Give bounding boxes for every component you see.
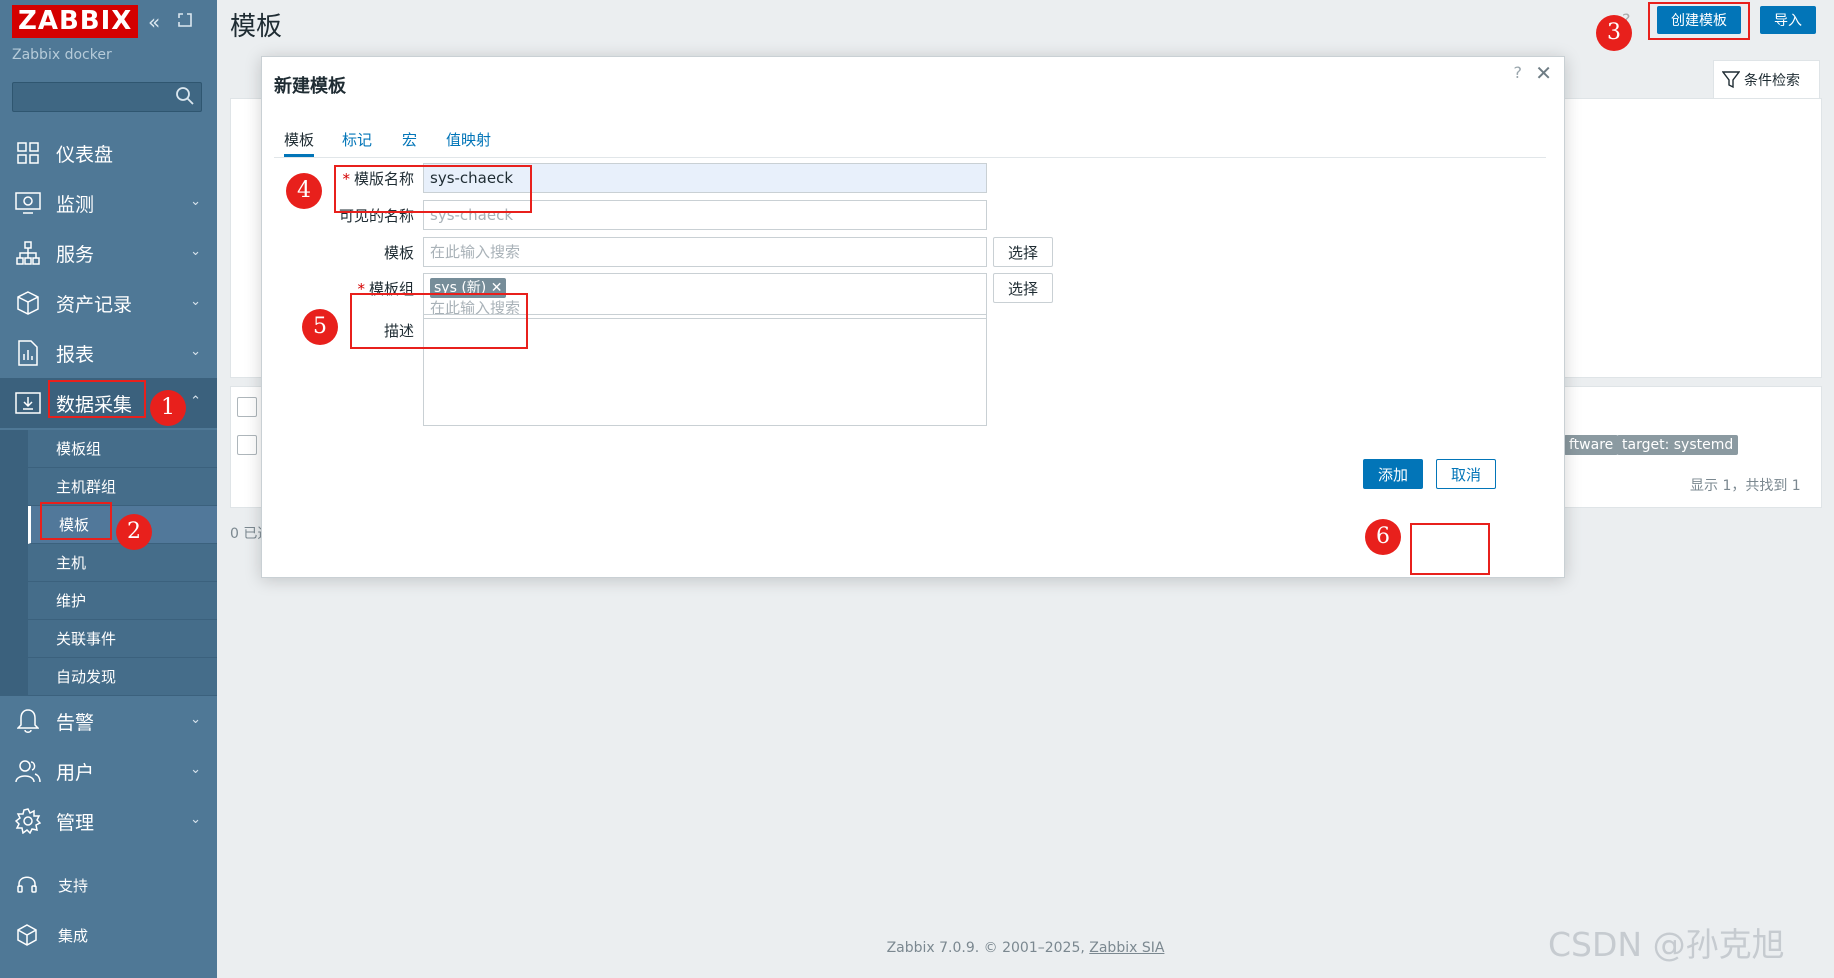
annotation-box (48, 380, 146, 418)
menu-monitoring[interactable]: 监测 ⌄ (0, 178, 217, 228)
services-icon (14, 239, 42, 267)
select-templates-button[interactable]: 选择 (993, 237, 1053, 267)
submenu-maintenance[interactable]: 维护 (28, 582, 217, 620)
monitoring-icon (14, 189, 42, 217)
annotation-number: 1 (150, 390, 186, 426)
close-icon[interactable]: ✕ (1535, 61, 1552, 85)
alerts-icon (14, 707, 42, 735)
filter-icon (1722, 70, 1740, 88)
menu-support[interactable]: 支持 (0, 862, 217, 908)
tab-tags[interactable]: 标记 (342, 127, 372, 157)
data-collection-icon (14, 389, 42, 417)
menu-label: 仪表盘 (56, 143, 114, 166)
tag-badge[interactable]: target: systemd (1617, 435, 1739, 455)
submenu-discovery[interactable]: 自动发现 (28, 658, 217, 696)
kiosk-mode-icon[interactable] (176, 10, 194, 34)
row-checkbox[interactable] (237, 435, 257, 455)
menu-label: 告警 (56, 711, 95, 734)
data-collection-submenu: 模板组 主机群组 模板 主机 维护 关联事件 自动发现 (0, 430, 217, 696)
annotation-box (334, 165, 532, 213)
server-name: Zabbix docker (12, 47, 112, 63)
search-icon[interactable] (175, 86, 195, 110)
menu-reports[interactable]: 报表 ⌄ (0, 328, 217, 378)
annotation-box (40, 502, 112, 540)
zabbix-logo[interactable]: ZABBIX (12, 5, 139, 38)
chevron-down-icon: ⌄ (190, 762, 201, 777)
annotation-number: 2 (116, 514, 152, 550)
chevron-down-icon: ⌄ (190, 244, 201, 259)
annotation-number: 3 (1596, 15, 1632, 51)
reports-icon (14, 339, 42, 367)
tab-template[interactable]: 模板 (284, 127, 315, 157)
submenu-hosts[interactable]: 主机 (28, 544, 217, 582)
footer-link[interactable]: Zabbix SIA (1089, 940, 1164, 956)
menu-label: 支持 (58, 876, 89, 895)
menu-label: 监测 (56, 193, 95, 216)
sidebar: ZABBIX « Zabbix docker 仪表盘 监测 ⌄ 服务 ⌄ 资产记… (0, 0, 217, 978)
submenu-template-groups[interactable]: 模板组 (28, 430, 217, 468)
chevron-up-icon: ⌃ (190, 394, 201, 409)
add-button[interactable]: 添加 (1363, 459, 1423, 489)
select-all-checkbox[interactable] (237, 397, 257, 417)
displayed-count: 显示 1，共找到 1 (1690, 478, 1801, 494)
menu-alerts[interactable]: 告警 ⌄ (0, 696, 217, 746)
annotation-box (1410, 523, 1490, 575)
templates-label: 模板 (383, 244, 414, 262)
menu-dashboards[interactable]: 仪表盘 (0, 128, 217, 178)
filter-label: 条件检索 (1744, 72, 1800, 89)
menu-label: 资产记录 (56, 293, 133, 316)
submenu-event-correlation[interactable]: 关联事件 (28, 620, 217, 658)
footer-text: Zabbix 7.0.9. © 2001–2025, (886, 940, 1085, 956)
menu-label: 用户 (56, 761, 95, 784)
menu-label: 报表 (56, 343, 95, 366)
chevron-down-icon: ⌄ (190, 344, 201, 359)
users-icon (14, 757, 42, 785)
menu-users[interactable]: 用户 ⌄ (0, 746, 217, 796)
select-groups-button[interactable]: 选择 (993, 273, 1053, 303)
annotation-box (350, 293, 528, 349)
collapse-sidebar-icon[interactable]: « (148, 10, 160, 34)
gear-icon (14, 807, 42, 835)
page-title: 模板 (230, 12, 283, 42)
help-icon[interactable]: ? (1514, 63, 1523, 82)
menu-label: 服务 (56, 243, 95, 266)
filter-tab[interactable]: 条件检索 (1713, 60, 1820, 98)
chevron-down-icon: ⌄ (190, 712, 201, 727)
annotation-number: 4 (286, 173, 322, 209)
tab-macros[interactable]: 宏 (402, 127, 417, 157)
dialog-title: 新建模板 (274, 76, 346, 97)
watermark: CSDN @孙克旭 (1548, 925, 1785, 964)
inventory-icon (14, 289, 42, 317)
submenu-host-groups[interactable]: 主机群组 (28, 468, 217, 506)
chevron-down-icon: ⌄ (190, 194, 201, 209)
sidebar-search-input[interactable] (12, 82, 202, 112)
chevron-down-icon: ⌄ (190, 812, 201, 827)
chevron-down-icon: ⌄ (190, 294, 201, 309)
tag-badge[interactable]: ftware (1564, 435, 1619, 455)
menu-inventory[interactable]: 资产记录 ⌄ (0, 278, 217, 328)
headset-icon (16, 874, 38, 896)
dialog-tabs: 模板 标记 宏 值映射 (274, 127, 1546, 158)
cancel-button[interactable]: 取消 (1436, 459, 1496, 489)
menu-services[interactable]: 服务 ⌄ (0, 228, 217, 278)
import-button[interactable]: 导入 (1760, 6, 1816, 34)
dashboard-icon (14, 139, 42, 167)
menu-administration[interactable]: 管理 ⌄ (0, 796, 217, 846)
templates-search-input[interactable]: 在此输入搜索 (423, 237, 987, 267)
annotation-number: 6 (1365, 519, 1401, 555)
menu-label: 管理 (56, 811, 95, 834)
annotation-number: 5 (302, 309, 338, 345)
annotation-box (1648, 2, 1750, 40)
tab-value-mapping[interactable]: 值映射 (446, 127, 491, 157)
